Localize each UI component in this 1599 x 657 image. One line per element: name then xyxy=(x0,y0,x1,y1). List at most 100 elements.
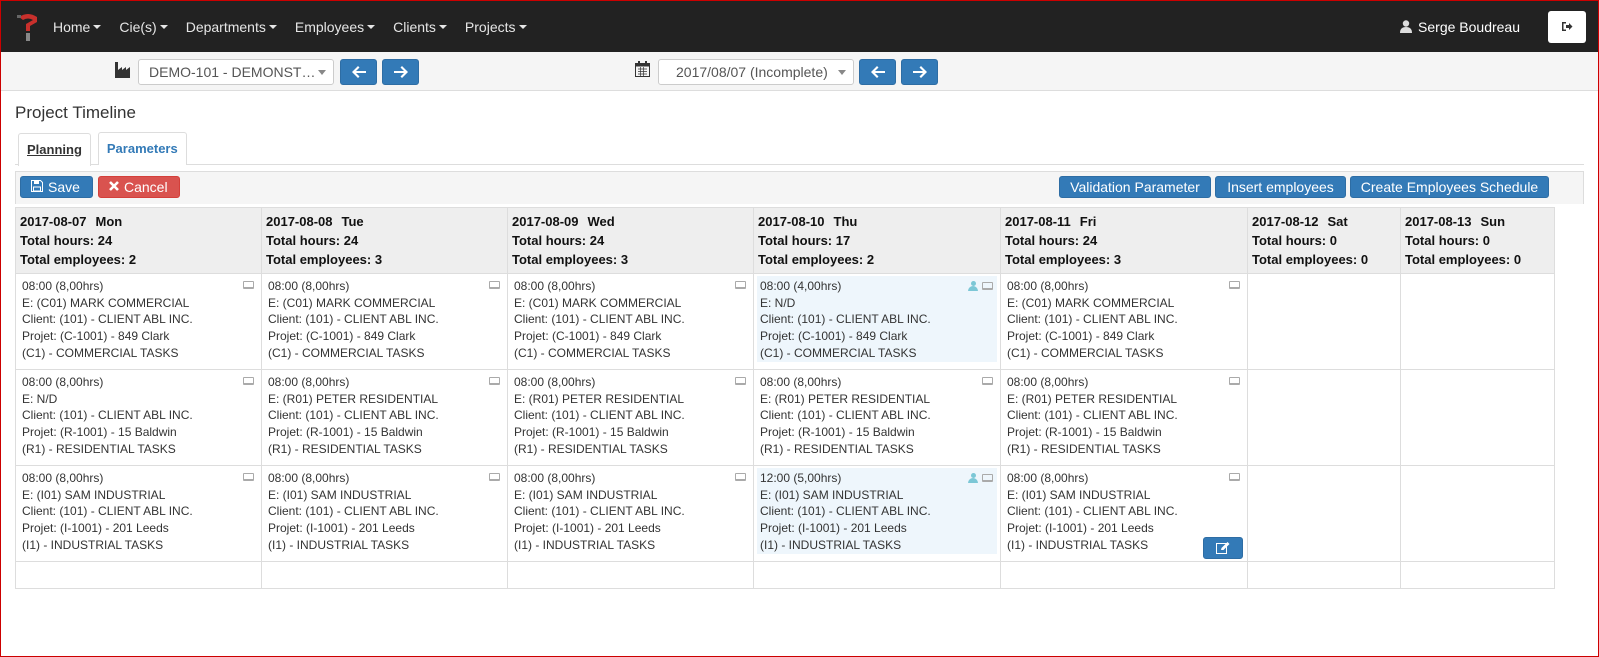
nav-departments[interactable]: Departments xyxy=(186,19,277,35)
schedule-cell[interactable]: 12:00 (5,00hrs) E: (I01) SAM INDUSTRIAL Cl… xyxy=(753,465,1001,562)
laptop-icon[interactable] xyxy=(243,377,254,385)
edit-entry-button[interactable] xyxy=(1203,537,1243,559)
laptop-icon[interactable] xyxy=(489,281,500,289)
date-prev-button[interactable] xyxy=(859,59,896,85)
schedule-entry[interactable]: 08:00 (8,00hrs) E: (R01) PETER RESIDENTIA… xyxy=(511,372,750,458)
schedule-cell[interactable] xyxy=(1400,273,1555,370)
tab-parameters[interactable]: Parameters xyxy=(97,132,187,165)
schedule-entry[interactable]: 08:00 (8,00hrs) E: (R01) PETER RESIDENTIA… xyxy=(1004,372,1244,458)
day-of-week: Thu xyxy=(833,214,858,229)
schedule-cell[interactable]: 08:00 (4,00hrs) E: N/D Client: (101) - CLI… xyxy=(753,273,1001,370)
schedule-cell[interactable]: 08:00 (8,00hrs) E: (R01) PETER RESIDENTIA… xyxy=(507,369,754,466)
schedule-cell[interactable]: 08:00 (8,00hrs) E: (C01) MARK COMMERCIAL C… xyxy=(507,273,754,370)
schedule-cell[interactable]: 08:00 (8,00hrs) E: (I01) SAM INDUSTRIAL Cl… xyxy=(261,465,508,562)
schedule-entry[interactable]: 08:00 (8,00hrs) E: (C01) MARK COMMERCIAL C… xyxy=(1004,276,1244,362)
insert-employees-button[interactable]: Insert employees xyxy=(1215,176,1346,198)
user-icon[interactable] xyxy=(968,473,978,483)
schedule-entry[interactable]: 08:00 (8,00hrs) E: (I01) SAM INDUSTRIAL Cl… xyxy=(511,468,750,554)
date-select[interactable]: 2017/08/07 (Incomplete) xyxy=(658,59,854,85)
save-button[interactable]: Save xyxy=(20,176,93,198)
company-select[interactable]: DEMO-101 - DEMONST… xyxy=(138,59,334,85)
laptop-icon[interactable] xyxy=(1229,473,1240,481)
laptop-icon[interactable] xyxy=(243,473,254,481)
validation-parameter-button[interactable]: Validation Parameter xyxy=(1059,176,1211,198)
laptop-icon[interactable] xyxy=(489,473,500,481)
schedule-cell[interactable] xyxy=(1247,273,1401,370)
date-next-button[interactable] xyxy=(901,59,938,85)
entry-client: Client: (101) - CLIENT ABL INC. xyxy=(268,408,439,423)
schedule-cell[interactable] xyxy=(1400,465,1555,562)
schedule-cell[interactable] xyxy=(1400,561,1555,589)
schedule-cell[interactable] xyxy=(1000,561,1248,589)
tab-planning[interactable]: Planning xyxy=(18,133,91,166)
schedule-cell[interactable] xyxy=(507,561,754,589)
nav-employees[interactable]: Employees xyxy=(295,19,376,35)
schedule-entry[interactable]: 08:00 (8,00hrs) E: (C01) MARK COMMERCIAL C… xyxy=(511,276,750,362)
user-menu[interactable]: Serge Boudreau xyxy=(1400,19,1520,35)
chevron-down-icon xyxy=(367,24,376,29)
day-total-employees: Total employees: 3 xyxy=(266,252,383,267)
laptop-icon[interactable] xyxy=(243,281,254,289)
schedule-entry[interactable]: 08:00 (8,00hrs) E: N/D Client: (101) - CLI… xyxy=(19,372,258,458)
schedule-entry[interactable]: 08:00 (8,00hrs) E: (C01) MARK COMMERCIAL C… xyxy=(265,276,504,362)
laptop-icon[interactable] xyxy=(735,377,746,385)
user-icon[interactable] xyxy=(968,281,978,291)
schedule-cell[interactable]: 08:00 (8,00hrs) E: (C01) MARK COMMERCIAL C… xyxy=(261,273,508,370)
entry-client: Client: (101) - CLIENT ABL INC. xyxy=(22,408,193,423)
app-logo-icon[interactable] xyxy=(15,11,41,43)
schedule-cell[interactable]: 08:00 (8,00hrs) E: (I01) SAM INDUSTRIAL Cl… xyxy=(1000,465,1248,562)
schedule-entry[interactable]: 08:00 (8,00hrs) E: (I01) SAM INDUSTRIAL Cl… xyxy=(19,468,258,554)
laptop-icon[interactable] xyxy=(982,474,993,482)
schedule-cell[interactable] xyxy=(1247,465,1401,562)
laptop-icon[interactable] xyxy=(735,281,746,289)
schedule-entry[interactable]: 08:00 (8,00hrs) E: (I01) SAM INDUSTRIAL Cl… xyxy=(265,468,504,554)
schedule-entry[interactable]: 08:00 (8,00hrs) E: (R01) PETER RESIDENTIA… xyxy=(265,372,504,458)
nav-clients[interactable]: Clients xyxy=(393,19,447,35)
laptop-icon[interactable] xyxy=(982,282,993,290)
laptop-icon[interactable] xyxy=(1229,377,1240,385)
entry-icons xyxy=(1229,377,1240,385)
entry-task: (I1) - INDUSTRIAL TASKS xyxy=(760,537,902,552)
nav-home[interactable]: Home xyxy=(53,19,102,35)
entry-employee: E: (C01) MARK COMMERCIAL xyxy=(268,295,436,310)
company-prev-button[interactable] xyxy=(340,59,377,85)
laptop-icon[interactable] xyxy=(735,473,746,481)
create-employees-schedule-button[interactable]: Create Employees Schedule xyxy=(1350,176,1549,198)
schedule-cell[interactable] xyxy=(1247,561,1401,589)
cancel-button[interactable]: Cancel xyxy=(98,176,180,198)
schedule-cell[interactable] xyxy=(1247,369,1401,466)
schedule-entry[interactable]: 08:00 (4,00hrs) E: N/D Client: (101) - CLI… xyxy=(757,276,997,362)
nav-projects[interactable]: Projects xyxy=(465,19,527,35)
entry-time: 08:00 (8,00hrs) xyxy=(268,471,350,485)
laptop-icon[interactable] xyxy=(1229,281,1240,289)
schedule-entry[interactable]: 12:00 (5,00hrs) E: (I01) SAM INDUSTRIAL Cl… xyxy=(757,468,997,554)
schedule-cell[interactable]: 08:00 (8,00hrs) E: (C01) MARK COMMERCIAL C… xyxy=(1000,273,1248,370)
schedule-entry[interactable]: 08:00 (8,00hrs) E: (R01) PETER RESIDENTIA… xyxy=(757,372,997,458)
laptop-icon[interactable] xyxy=(982,377,993,385)
schedule-cell[interactable]: 08:00 (8,00hrs) E: (C01) MARK COMMERCIAL C… xyxy=(15,273,262,370)
laptop-icon[interactable] xyxy=(489,377,500,385)
schedule-cell[interactable]: 08:00 (8,00hrs) E: (R01) PETER RESIDENTIA… xyxy=(261,369,508,466)
schedule-cell[interactable] xyxy=(261,561,508,589)
entry-client: Client: (101) - CLIENT ABL INC. xyxy=(514,312,685,327)
entry-project: Projet: (I-1001) - 201 Leeds xyxy=(514,521,661,536)
edit-icon xyxy=(1216,542,1230,554)
company-next-button[interactable] xyxy=(382,59,419,85)
entry-employee: E: (I01) SAM INDUSTRIAL xyxy=(760,487,904,502)
entry-icons xyxy=(243,281,254,289)
entry-time: 08:00 (8,00hrs) xyxy=(514,375,596,389)
schedule-cell[interactable] xyxy=(15,561,262,589)
entry-icons xyxy=(735,473,746,481)
nav-companies[interactable]: Cie(s) xyxy=(119,19,168,35)
schedule-cell[interactable]: 08:00 (8,00hrs) E: N/D Client: (101) - CLI… xyxy=(15,369,262,466)
schedule-cell[interactable]: 08:00 (8,00hrs) E: (I01) SAM INDUSTRIAL Cl… xyxy=(507,465,754,562)
day-total-employees: Total employees: 2 xyxy=(20,252,137,267)
entry-employee: E: (I01) SAM INDUSTRIAL xyxy=(514,487,658,502)
schedule-cell[interactable]: 08:00 (8,00hrs) E: (R01) PETER RESIDENTIA… xyxy=(1000,369,1248,466)
schedule-cell[interactable]: 08:00 (8,00hrs) E: (R01) PETER RESIDENTIA… xyxy=(753,369,1001,466)
schedule-entry[interactable]: 08:00 (8,00hrs) E: (C01) MARK COMMERCIAL C… xyxy=(19,276,258,362)
schedule-cell[interactable] xyxy=(1400,369,1555,466)
schedule-cell[interactable]: 08:00 (8,00hrs) E: (I01) SAM INDUSTRIAL Cl… xyxy=(15,465,262,562)
schedule-cell[interactable] xyxy=(753,561,1001,589)
logout-button[interactable] xyxy=(1548,10,1586,43)
